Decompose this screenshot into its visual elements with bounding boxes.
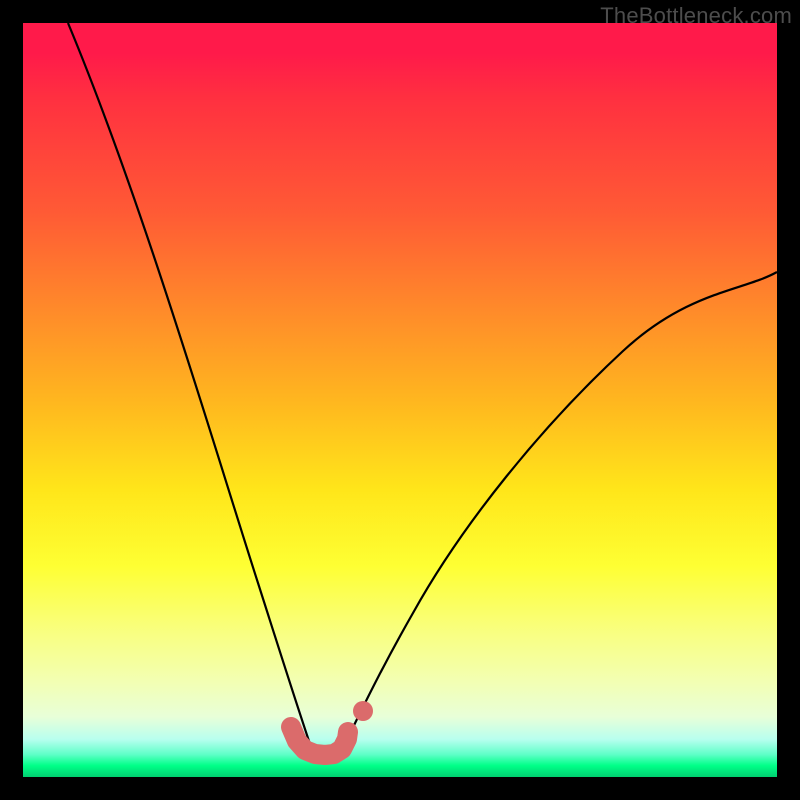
- bead-dot: [282, 718, 300, 736]
- plot-area: path[data-name="right-curve"] { display:…: [23, 23, 777, 777]
- right-curve-overlay: [340, 272, 777, 753]
- left-curve: [68, 23, 313, 753]
- bead-dot: [290, 734, 308, 752]
- watermark-text: TheBottleneck.com: [600, 3, 792, 29]
- bead-dot: [338, 729, 356, 747]
- chart-svg: path[data-name="right-curve"] { display:…: [23, 23, 777, 777]
- isolated-bead: [353, 701, 373, 721]
